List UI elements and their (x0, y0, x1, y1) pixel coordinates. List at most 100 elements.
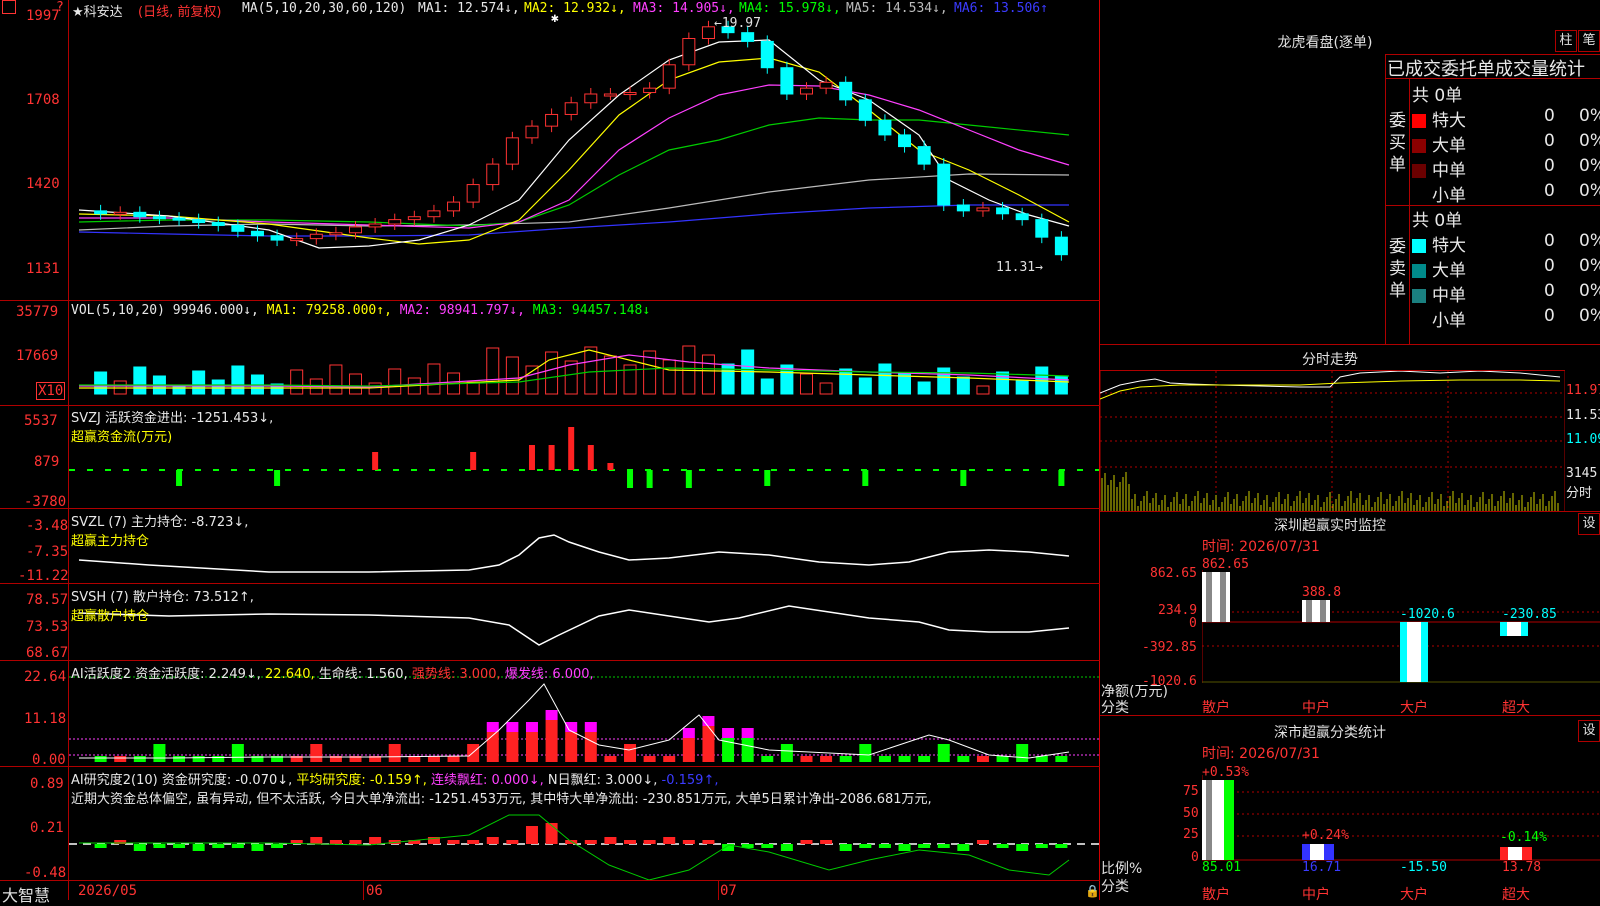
svzl-legend: SVZL (7) 主力持仓: -8.723↓, 超赢主力持仓 (71, 515, 249, 549)
ai-active-bar (506, 722, 519, 732)
ai-active-bar (584, 732, 597, 762)
ai-active-bar (859, 744, 872, 762)
vol-tick: 35779 (16, 304, 59, 320)
ai-active-bar (643, 756, 656, 762)
svzj-bar (646, 470, 653, 488)
candle-body (505, 137, 519, 165)
color-swatch (1412, 164, 1426, 178)
ai-research-comment: 近期大资金总体偏空, 虽有异动, 但不太活跃, 今日大单净流出: -1251.4… (71, 792, 932, 807)
ai-active-bar (937, 744, 950, 762)
svzj-bar (372, 452, 379, 470)
sz-class-settings-button[interactable]: 设 (1578, 720, 1600, 742)
ai-active-bar (741, 738, 754, 762)
ai-research-bar (976, 840, 989, 844)
divider (1100, 511, 1600, 512)
ai-research-bar (251, 844, 264, 851)
intraday-chart[interactable] (1100, 371, 1565, 511)
ai-active-bar (153, 744, 166, 762)
ai-active-bar (133, 756, 146, 762)
ai-research-bar (859, 844, 872, 848)
candle-body (878, 119, 892, 136)
vol-bar (231, 365, 245, 395)
ai-research-bar (565, 840, 578, 844)
bar-mode-button[interactable]: 柱 (1555, 30, 1577, 52)
ai-active-bar (800, 756, 813, 762)
color-swatch (1412, 114, 1426, 128)
sz-cat-label: 超大 (1502, 700, 1530, 716)
sz-bar-value: 388.8 (1302, 585, 1342, 600)
panel-divider (0, 880, 1100, 881)
class-tick: 25 (1183, 827, 1199, 842)
candle-body (466, 184, 480, 203)
vol-bar (388, 368, 402, 395)
intraday-foot: 分时 (1566, 486, 1593, 501)
vol-bar (603, 355, 617, 395)
vol-bar (368, 382, 382, 395)
sz-bar-value: -1020.6 (1400, 607, 1455, 622)
svzj-bar (470, 452, 477, 470)
svzj-bar (548, 445, 555, 470)
ai-research-bar (996, 844, 1009, 848)
ai-active-bar (976, 756, 989, 762)
candle-body (172, 217, 186, 221)
tick-mode-button[interactable]: 笔 (1578, 30, 1600, 52)
sz-tick: -392.85 (1142, 640, 1197, 655)
candle-body (1035, 219, 1049, 238)
lock-icon[interactable]: 🔒 (1085, 884, 1100, 898)
sz-cat: 分类 (1101, 700, 1129, 716)
ai-active-bar (506, 732, 519, 762)
class-tick: 75 (1183, 784, 1199, 799)
ai-active-bar (114, 756, 127, 762)
candle-body (662, 64, 676, 89)
svzj-bar (1058, 470, 1065, 486)
divider (1100, 715, 1600, 716)
vol-bar (211, 379, 225, 395)
ai-research-bar (212, 844, 225, 848)
vol-bar (584, 346, 598, 395)
ai-active-bar (780, 744, 793, 762)
divider (1385, 54, 1386, 344)
candle-body (956, 204, 970, 212)
ai-active-bar (957, 756, 970, 762)
ai-active-bar (545, 720, 558, 762)
ai-research-bar (173, 844, 186, 848)
candle-body (113, 211, 127, 215)
ai-active-bar (310, 744, 323, 762)
color-swatch (1412, 239, 1426, 253)
ai-research-bar (153, 844, 166, 848)
ai-research-bar (800, 840, 813, 844)
candle-body (1054, 236, 1068, 256)
color-swatch (1412, 139, 1426, 153)
candle-body (133, 211, 147, 218)
sell-row: 特大00% (1412, 231, 1600, 256)
class-bar-bottom: 85.01 (1202, 860, 1242, 875)
ai-research-tick: -0.48 (24, 865, 67, 881)
sz-bar-value: 862.65 (1202, 557, 1249, 572)
candle-body (799, 87, 813, 95)
candle-body (309, 233, 323, 240)
class-cat: 分类 (1101, 879, 1129, 895)
price-tick: 1131 (26, 261, 60, 277)
menu-icon[interactable] (2, 0, 16, 14)
class-tick: 0 (1191, 850, 1199, 865)
svsh-tick: 73.53 (26, 619, 69, 635)
svg-text:✱: ✱ (551, 11, 559, 26)
candle-body (525, 125, 539, 139)
app-logo[interactable]: 大智慧 (2, 882, 50, 906)
ai-research-tick: 0.21 (30, 820, 64, 836)
candle-body (486, 163, 500, 186)
class-cat-label: 散户 (1202, 887, 1230, 903)
vol-bar (505, 356, 519, 395)
vol-bar (819, 382, 833, 395)
ai-active-bar (898, 756, 911, 762)
ai-active-bar (682, 728, 695, 738)
ai-research-bar (839, 844, 852, 851)
svzj-bar (176, 470, 183, 486)
sz-monitor-settings-button[interactable]: 设 (1578, 513, 1600, 535)
candle-body (368, 223, 382, 228)
sz-monitor-title: 深圳超赢实时监控 (1274, 518, 1386, 534)
ai-active-bar (447, 756, 460, 762)
ai-active-bar (1055, 756, 1068, 762)
vol-bar (290, 369, 304, 395)
candle-body (152, 216, 166, 220)
